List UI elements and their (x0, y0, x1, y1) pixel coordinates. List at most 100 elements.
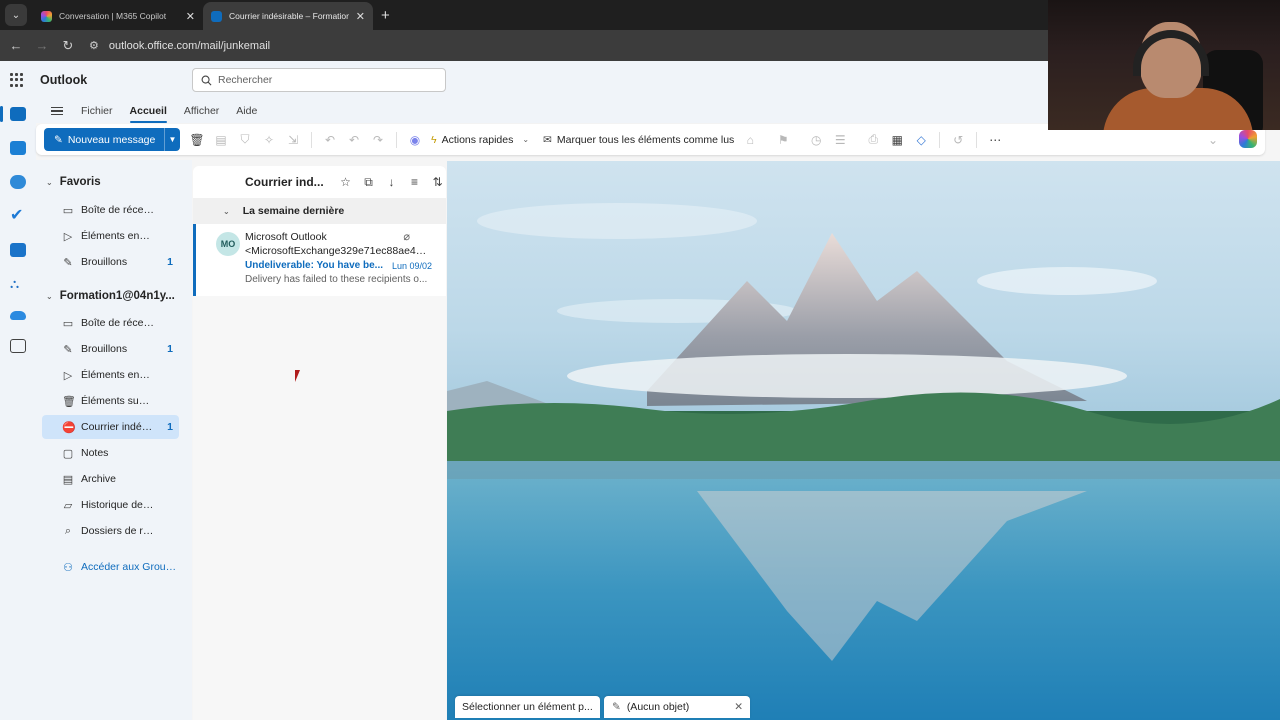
message-sender-address: <MicrosoftExchange329e71ec88ae461... (245, 245, 431, 257)
avatar: MO (216, 232, 240, 256)
draft-tab[interactable]: ✎ (Aucun objet) ✕ (604, 696, 750, 718)
new-message-dropdown-icon[interactable]: ▼ (164, 128, 180, 151)
tag-icon[interactable]: ⌂ (739, 129, 761, 151)
calendar-icon[interactable] (10, 141, 26, 155)
favorites-label: Favoris (59, 176, 101, 188)
reply-all-icon[interactable]: ↶ (343, 129, 365, 151)
address-bar[interactable]: ⚙ outlook.office.com/mail/junkemail (89, 39, 271, 53)
tab-fichier[interactable]: Fichier (81, 101, 113, 121)
snooze-icon[interactable]: ◷ (805, 129, 827, 151)
mark-all-read-button[interactable]: ✉ Marquer tous les éléments comme lus (539, 134, 738, 146)
mark-all-read-label: Marquer tous les éléments comme lus (556, 133, 735, 146)
select-icon[interactable]: ⧉ (360, 175, 377, 190)
browser-tab-outlook[interactable]: Courrier indésirable – Formation1 ✕ (203, 2, 373, 30)
teams-icon[interactable]: ◉ (404, 129, 426, 151)
message-subject: Undeliverable: You have be... (245, 260, 384, 271)
search-box[interactable] (192, 68, 446, 92)
hamburger-menu-icon[interactable] (51, 106, 63, 116)
todo-icon[interactable]: ✔ (10, 208, 26, 224)
people-icon[interactable] (10, 175, 26, 189)
tab-search-button[interactable]: ⌄ (5, 4, 27, 26)
site-info-icon[interactable]: ⚙ (89, 39, 99, 52)
folder-title: Courrier ind... (245, 175, 324, 189)
org-icon[interactable]: ⛬ (10, 277, 26, 291)
rules-icon[interactable]: ☰ (829, 129, 851, 151)
date-group-header[interactable]: ⌄ La semaine dernière (193, 198, 446, 224)
favorite-star-icon[interactable]: ☆ (337, 175, 354, 189)
print-icon[interactable]: ⎙ (862, 129, 884, 151)
close-icon[interactable]: ✕ (734, 701, 743, 713)
apps-icon[interactable]: ▦ (886, 129, 908, 151)
reply-icon[interactable]: ↶ (319, 129, 341, 151)
onedrive-icon[interactable] (10, 311, 26, 320)
chevron-down-icon: ⌄ (46, 291, 53, 301)
url-text: outlook.office.com/mail/junkemail (108, 39, 271, 52)
folder-item-junk[interactable]: ⛔ Courrier indésir... 1 (42, 415, 179, 439)
forward-icon[interactable]: → (29, 38, 55, 53)
message-item[interactable]: MO Microsoft Outlook <MicrosoftExchange3… (193, 224, 446, 296)
folder-item-drafts[interactable]: ✎ Brouillons 1 (42, 337, 179, 361)
go-to-groups-link[interactable]: ⚇ Accéder aux Group... (42, 555, 179, 579)
forward-mail-icon[interactable]: ↷ (367, 129, 389, 151)
more-options-icon[interactable]: ⋯ (984, 129, 1006, 151)
filter-icon[interactable]: ≡ (406, 175, 423, 189)
search-icon (201, 75, 212, 85)
tab-aide[interactable]: Aide (236, 101, 257, 121)
delete-icon[interactable]: 🗑 (186, 129, 208, 151)
quick-actions-button[interactable]: ϟ Actions rapides ⌄ (427, 134, 533, 146)
folder-pane: ⌄ Favoris ▭ Boîte de réception ▷ Élément… (36, 160, 192, 720)
inbox-icon: ▭ (62, 317, 74, 330)
ribbon-divider (976, 131, 978, 148)
sort-icon[interactable]: ⇅ (429, 175, 446, 189)
sweep-icon[interactable]: ✧ (258, 129, 280, 151)
folder-item-search-folders[interactable]: ⌕ Dossiers de recher... (42, 519, 179, 543)
jump-to-icon[interactable]: ↓ (383, 175, 400, 189)
mail-icon[interactable] (10, 107, 26, 121)
flag-icon[interactable]: ⚑ (772, 129, 794, 151)
folder-item-favorites-sent[interactable]: ▷ Éléments envoyés (42, 224, 179, 248)
close-tab-icon[interactable]: ✕ (356, 10, 365, 23)
undo-icon[interactable]: ↺ (947, 129, 969, 151)
favorites-header[interactable]: ⌄ Favoris (36, 176, 101, 188)
folder-item-favorites-inbox[interactable]: ▭ Boîte de réception (42, 198, 179, 222)
back-icon[interactable]: ← (3, 38, 29, 53)
report-icon[interactable]: ⛉ (234, 129, 256, 151)
pencil-icon: ✎ (612, 701, 621, 713)
message-list-header: Courrier ind... ☆ ⧉ ↓ ≡ ⇅ (193, 166, 446, 198)
folder-item-favorites-drafts[interactable]: ✎ Brouillons 1 (42, 250, 179, 274)
folder-item-conversation-history[interactable]: ▱ Historique des con... (42, 493, 179, 517)
select-item-label: Sélectionner un élément p... (462, 701, 593, 713)
new-tab-icon[interactable]: + (381, 7, 390, 24)
ribbon-expand-icon[interactable]: ⌄ (1202, 129, 1224, 151)
tab-afficher[interactable]: Afficher (184, 101, 219, 121)
message-sender: Microsoft Outlook (245, 231, 327, 243)
folder-item-archive[interactable]: ▤ Archive (42, 467, 179, 491)
copilot-icon[interactable] (1239, 130, 1257, 148)
app-launcher-icon[interactable] (10, 73, 24, 87)
move-to-icon[interactable]: ⇲ (282, 129, 304, 151)
draft-icon: ✎ (63, 256, 73, 269)
compose-icon: ✎ (54, 133, 63, 146)
more-apps-icon[interactable] (10, 339, 26, 353)
rail-selection-indicator (0, 106, 3, 122)
ribbon-divider (396, 131, 397, 148)
premium-icon[interactable]: ◇ (910, 129, 932, 151)
quick-actions-label: Actions rapides (441, 133, 514, 146)
folder-item-inbox[interactable]: ▭ Boîte de réception (42, 311, 179, 335)
archive-icon: ▤ (62, 473, 74, 486)
tab-accueil[interactable]: Accueil (129, 101, 168, 123)
reload-icon[interactable]: ↻ (55, 38, 81, 54)
folder-item-notes[interactable]: ▢ Notes (42, 441, 179, 465)
search-input[interactable] (218, 74, 418, 86)
folder-item-deleted[interactable]: 🗑 Éléments supprimés (42, 389, 179, 413)
folder-item-sent[interactable]: ▷ Éléments envoyés (42, 363, 179, 387)
browser-tab-copilot[interactable]: Conversation | M365 Copilot ✕ (33, 2, 203, 30)
bookings-icon[interactable] (10, 243, 26, 257)
select-item-tab[interactable]: Sélectionner un élément p... (455, 696, 600, 718)
new-message-button[interactable]: ✎ Nouveau message ▼ (44, 128, 180, 151)
archive-icon[interactable]: ▤ (210, 129, 232, 151)
account-header[interactable]: ⌄ Formation1@04n1y... (36, 290, 175, 302)
close-tab-icon[interactable]: ✕ (186, 10, 195, 23)
webcam-overlay (1048, 0, 1280, 130)
account-label: Formation1@04n1y... (59, 290, 175, 302)
